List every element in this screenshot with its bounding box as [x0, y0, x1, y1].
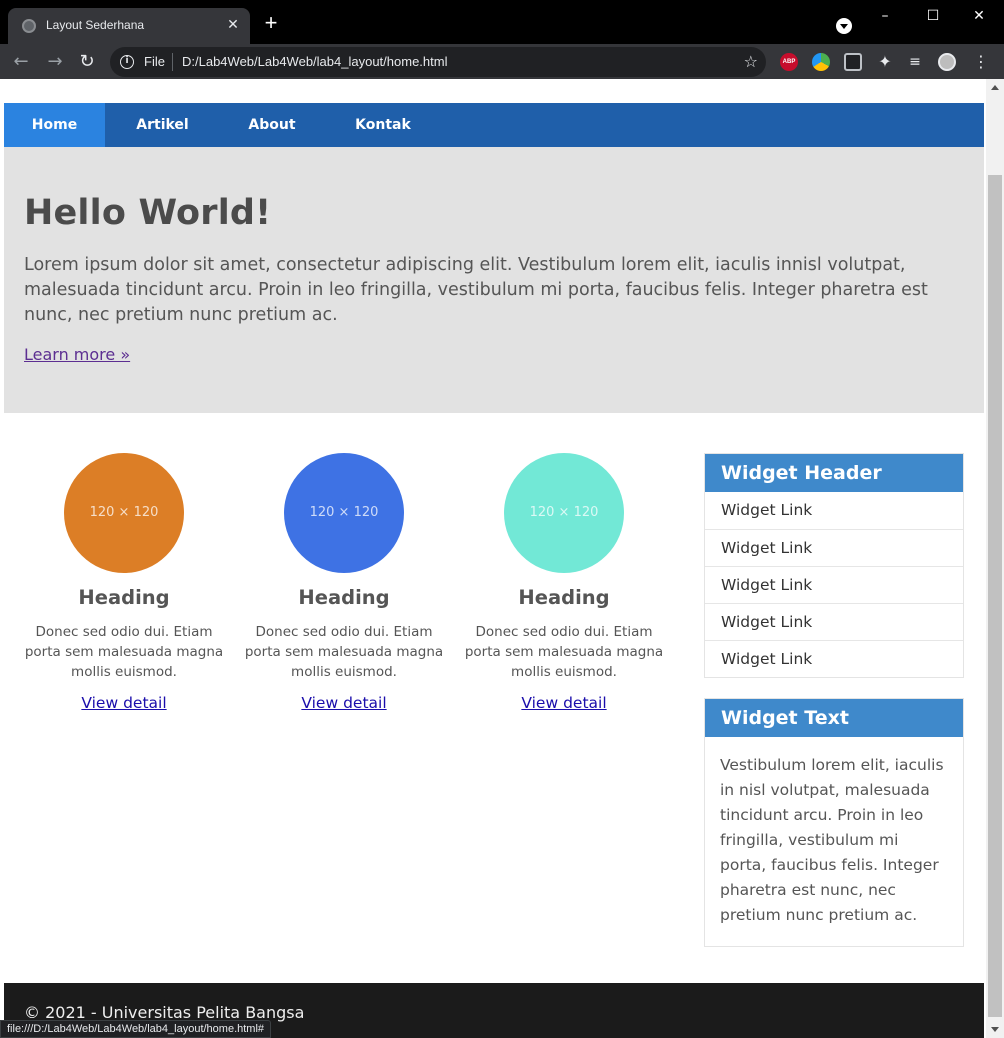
feature-card-3: 120 × 120 Heading Donec sed odio dui. Et…: [464, 453, 664, 712]
feature-text: Donec sed odio dui. Etiam porta sem male…: [464, 624, 664, 680]
feature-text: Donec sed odio dui. Etiam porta sem male…: [244, 624, 444, 680]
reload-icon[interactable]: ↻: [76, 51, 98, 73]
feature-heading: Heading: [298, 586, 390, 609]
minimize-button[interactable]: –: [874, 6, 896, 26]
widget-link[interactable]: Widget Link: [705, 566, 963, 603]
widget-link[interactable]: Widget Link: [705, 492, 963, 529]
widget-link[interactable]: Widget Link: [705, 640, 963, 677]
learn-more-link[interactable]: Learn more »: [24, 345, 130, 364]
status-bar-url: file:///D:/Lab4Web/Lab4Web/lab4_layout/h…: [0, 1020, 272, 1038]
scroll-up-arrow-icon[interactable]: [991, 85, 999, 90]
feature-heading: Heading: [518, 586, 610, 609]
hero-title: Hello World!: [24, 193, 272, 233]
feature-card-2: 120 × 120 Heading Donec sed odio dui. Et…: [244, 453, 444, 712]
bookmark-star-icon[interactable]: ☆: [744, 52, 758, 72]
back-arrow-icon[interactable]: ←: [10, 51, 32, 73]
address-url[interactable]: D:/Lab4Web/Lab4Web/lab4_layout/home.html: [182, 54, 447, 69]
address-bar[interactable]: i File D:/Lab4Web/Lab4Web/lab4_layout/ho…: [110, 47, 766, 77]
vertical-scrollbar[interactable]: [986, 79, 1004, 1038]
profile-avatar[interactable]: [938, 53, 956, 71]
address-scheme: File: [144, 54, 165, 69]
nav-item-about[interactable]: About: [215, 103, 329, 147]
close-tab-icon[interactable]: ✕: [224, 16, 242, 34]
info-icon[interactable]: i: [120, 55, 134, 69]
view-detail-link[interactable]: View detail: [521, 694, 606, 712]
close-window-button[interactable]: ✕: [968, 6, 990, 26]
page-viewport: Home Artikel About Kontak Hello World! L…: [0, 79, 1004, 1038]
widget-text-panel: Widget Text Vestibulum lorem elit, iacul…: [704, 698, 964, 947]
web-page: Home Artikel About Kontak Hello World! L…: [4, 79, 984, 1038]
browser-tabstrip: Layout Sederhana ✕ + – ☐ ✕: [0, 0, 1004, 44]
tab-title: Layout Sederhana: [46, 18, 145, 32]
widget-links-header: Widget Header: [705, 454, 963, 492]
nav-item-kontak[interactable]: Kontak: [329, 103, 437, 147]
scroll-down-arrow-icon[interactable]: [991, 1027, 999, 1032]
nav-item-artikel[interactable]: Artikel: [110, 103, 215, 147]
widget-links-panel: Widget Header Widget Link Widget Link Wi…: [704, 453, 964, 678]
widget-link[interactable]: Widget Link: [705, 603, 963, 640]
feature-text: Donec sed odio dui. Etiam porta sem male…: [24, 624, 224, 680]
cube-extension-icon[interactable]: [844, 53, 862, 71]
view-detail-link[interactable]: View detail: [301, 694, 386, 712]
feature-image-placeholder: 120 × 120: [284, 453, 404, 573]
widget-text-header: Widget Text: [705, 699, 963, 737]
color-extension-icon[interactable]: [812, 53, 830, 71]
address-separator: [172, 53, 173, 71]
reading-list-icon[interactable]: ≡: [906, 53, 924, 71]
nav-item-home[interactable]: Home: [4, 103, 105, 147]
globe-icon: [22, 19, 36, 33]
feature-image-placeholder: 120 × 120: [64, 453, 184, 573]
scrollbar-thumb[interactable]: [988, 175, 1002, 1017]
forward-arrow-icon[interactable]: →: [44, 51, 66, 73]
feature-heading: Heading: [78, 586, 170, 609]
new-tab-button[interactable]: +: [262, 12, 280, 34]
main-navbar: Home Artikel About Kontak: [4, 103, 984, 147]
widget-text-body: Vestibulum lorem elit, iaculis in nisl v…: [720, 756, 944, 924]
view-detail-link[interactable]: View detail: [81, 694, 166, 712]
browser-toolbar: ← → ↻ i File D:/Lab4Web/Lab4Web/lab4_lay…: [0, 44, 1004, 79]
widget-link[interactable]: Widget Link: [705, 529, 963, 566]
puzzle-extensions-icon[interactable]: ✦: [876, 53, 894, 71]
hero-section: Hello World! Lorem ipsum dolor sit amet,…: [4, 147, 984, 413]
feature-image-placeholder: 120 × 120: [504, 453, 624, 573]
tab-search-icon[interactable]: [836, 18, 852, 34]
hero-text: Lorem ipsum dolor sit amet, consectetur …: [24, 255, 928, 325]
adblock-extension-icon[interactable]: ABP: [780, 53, 798, 71]
maximize-button[interactable]: ☐: [922, 6, 944, 26]
feature-card-1: 120 × 120 Heading Donec sed odio dui. Et…: [24, 453, 224, 712]
browser-menu-icon[interactable]: ⋮: [972, 53, 990, 71]
browser-tab[interactable]: Layout Sederhana ✕: [8, 8, 250, 44]
